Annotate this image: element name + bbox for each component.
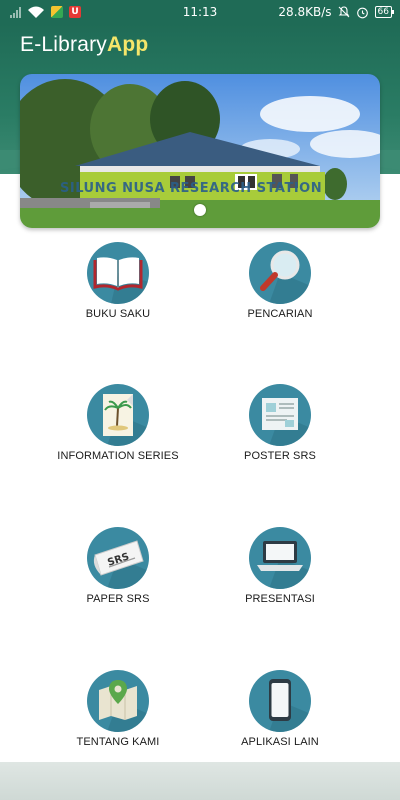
alarm-icon — [356, 7, 368, 18]
status-bar: U 11:13 28.8KB/s 66 — [0, 0, 400, 24]
menu-poster-srs[interactable]: POSTER SRS — [200, 384, 360, 462]
bell-muted-icon — [338, 6, 349, 18]
menu-label: INFORMATION SERIES — [57, 450, 179, 462]
menu-presentasi[interactable]: PRESENTASI — [200, 527, 360, 605]
app-title: E-LibraryApp — [20, 33, 148, 57]
book-icon — [87, 242, 149, 304]
magnifier-icon — [249, 242, 311, 304]
poster-icon — [249, 384, 311, 446]
menu-buku-saku[interactable]: BUKU SAKU — [38, 242, 198, 320]
menu-tentang-kami[interactable]: TENTANG KAMI — [38, 670, 198, 748]
carousel-page-indicator[interactable] — [194, 204, 206, 216]
map-pin-icon — [87, 670, 149, 732]
laptop-icon — [249, 527, 311, 589]
menu-label: APLIKASI LAIN — [241, 736, 319, 748]
menu-information-series[interactable]: INFORMATION SERIES — [38, 384, 198, 462]
menu-label: TENTANG KAMI — [76, 736, 160, 748]
svg-text:SILUNG NUSA RESEARCH STATION: SILUNG NUSA RESEARCH STATION — [60, 181, 322, 196]
menu-label: BUKU SAKU — [85, 308, 151, 320]
app-title-prefix: E-Library — [20, 33, 107, 56]
document-palm-icon — [87, 384, 149, 446]
menu-label: PENCARIAN — [247, 308, 313, 320]
smartphone-icon — [249, 670, 311, 732]
newspaper-icon: SRS — [87, 527, 149, 589]
battery-indicator: 66 — [374, 6, 395, 18]
menu-label: PAPER SRS — [86, 593, 150, 605]
menu-label: POSTER SRS — [244, 450, 316, 462]
bottom-band — [0, 762, 400, 800]
network-speed: 28.8KB/s — [278, 5, 332, 19]
menu-label: PRESENTASI — [245, 593, 315, 605]
menu-aplikasi-lain[interactable]: APLIKASI LAIN — [200, 670, 360, 748]
menu-pencarian[interactable]: PENCARIAN — [200, 242, 360, 320]
app-title-accent: App — [107, 33, 149, 56]
menu-paper-srs[interactable]: SRS PAPER SRS — [38, 527, 198, 605]
status-right: 28.8KB/s 66 — [278, 4, 395, 20]
